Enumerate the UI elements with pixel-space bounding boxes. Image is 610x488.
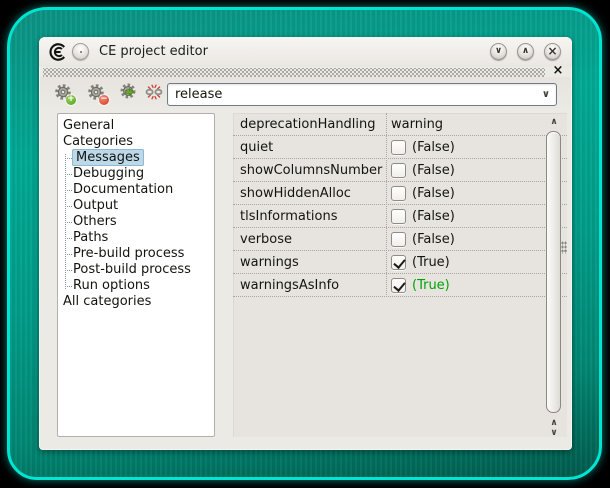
tree-item-debugging[interactable]: Debugging — [58, 166, 214, 182]
window-title: CE project editor — [99, 37, 208, 67]
tree-item-paths[interactable]: Paths — [58, 230, 214, 246]
scroll-down-icon[interactable]: ∨ — [544, 427, 564, 439]
toolbar-handle-dots[interactable] — [43, 68, 545, 77]
properties-table: deprecationHandling warning quiet (False… — [233, 113, 567, 437]
tree-item-post-build-process[interactable]: Post-build process — [58, 262, 214, 278]
chevron-down-icon[interactable]: ∨ — [542, 84, 550, 105]
tree-item-general[interactable]: General — [58, 118, 214, 134]
table-row[interactable]: quiet (False) — [233, 136, 567, 159]
checkbox-unchecked[interactable] — [391, 163, 406, 178]
scrollbar-thumb[interactable] — [546, 131, 561, 413]
table-row[interactable]: verbose (False) — [233, 228, 567, 251]
checkbox-checked[interactable] — [391, 278, 406, 293]
combobox-value: release — [175, 84, 222, 105]
table-row[interactable]: warnings (True) — [233, 251, 567, 274]
configuration-combobox[interactable]: release ∨ — [167, 83, 557, 106]
checkbox-unchecked[interactable] — [391, 209, 406, 224]
checkbox-unchecked[interactable] — [391, 186, 406, 201]
tree-item-output[interactable]: Output — [58, 198, 214, 214]
tree-item-categories[interactable]: Categories — [58, 134, 214, 150]
table-row[interactable]: deprecationHandling warning — [233, 113, 567, 136]
shade-button[interactable]: ∨ — [490, 43, 507, 60]
close-button[interactable]: × — [544, 43, 561, 60]
table-row[interactable]: showHiddenAlloc (False) — [233, 182, 567, 205]
unlink-configuration-button[interactable] — [144, 82, 166, 104]
table-row[interactable]: showColumnsNumber (False) — [233, 159, 567, 182]
tree-item-run-options[interactable]: Run options — [58, 278, 214, 294]
checkbox-unchecked[interactable] — [391, 140, 406, 155]
ce-project-editor-window: CE project editor ∨ ∧ × × + − — [39, 37, 572, 450]
checkbox-unchecked[interactable] — [391, 232, 406, 247]
add-configuration-button[interactable]: + — [53, 82, 75, 104]
checkbox-checked[interactable] — [391, 255, 406, 270]
screenshot-stage: CE project editor ∨ ∧ × × + − — [0, 0, 610, 488]
tree-item-pre-build-process[interactable]: Pre-build process — [58, 246, 214, 262]
scroll-up-icon[interactable]: ∧ — [544, 116, 564, 128]
window-menu-button[interactable] — [72, 43, 89, 60]
tree-item-all-categories[interactable]: All categories — [58, 294, 214, 310]
gear-copy-arrow-icon — [119, 82, 139, 102]
ce-app-icon — [47, 43, 67, 61]
broken-link-icon — [144, 82, 164, 102]
table-row[interactable]: warningsAsInfo (True) — [233, 274, 567, 297]
tree-item-others[interactable]: Others — [58, 214, 214, 230]
maximize-button[interactable]: ∧ — [517, 43, 534, 60]
remove-configuration-button[interactable]: − — [86, 82, 108, 104]
tree-item-documentation[interactable]: Documentation — [58, 182, 214, 198]
splitter-handle-dots[interactable] — [561, 241, 567, 254]
plus-badge-icon: + — [66, 95, 76, 105]
minus-badge-icon: − — [99, 95, 109, 105]
titlebar[interactable]: CE project editor ∨ ∧ × — [39, 37, 572, 67]
category-tree: General Categories Messages Debugging Do… — [57, 113, 215, 437]
copy-configuration-button[interactable] — [119, 82, 141, 104]
tree-item-messages[interactable]: Messages — [58, 150, 214, 166]
vertical-scrollbar[interactable]: ∧ ∧ ∨ — [544, 115, 564, 435]
table-row[interactable]: tlsInformations (False) — [233, 205, 567, 228]
